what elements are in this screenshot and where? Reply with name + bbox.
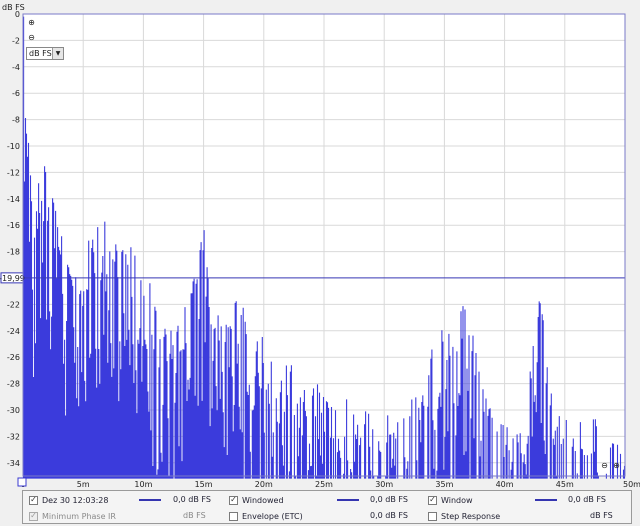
legend-item-measurement[interactable]: ✓ Dez 30 12:03:28 — [29, 492, 108, 508]
windowed-label: Windowed — [242, 495, 284, 505]
legend-item-step-response[interactable]: Step Response — [428, 508, 500, 524]
y-tick-label: -14 — [7, 195, 20, 204]
min-phase-label: Minimum Phase IR — [42, 511, 116, 521]
y-tick-label: -8 — [12, 116, 20, 125]
x-origin-marker[interactable] — [17, 477, 27, 487]
step-response-checkbox[interactable] — [428, 511, 437, 521]
y-unit-select-value: dB FS — [29, 49, 52, 58]
y-tick-label: -18 — [7, 248, 20, 257]
y-tick-label: -24 — [7, 327, 20, 336]
y-tick-label: -34 — [7, 459, 20, 468]
x-tick-label: 35m — [435, 480, 453, 489]
y-tick-label: -26 — [7, 353, 20, 362]
x-tick-label: 10m — [134, 480, 152, 489]
cursor-readout-label: -19,99 — [0, 274, 25, 283]
measurement-checkbox[interactable]: ✓ — [29, 495, 38, 505]
y-unit-select[interactable]: dB FS ▼ — [26, 47, 64, 60]
window-value: 0,0 dB FS — [568, 495, 606, 504]
x-tick-label: 30m — [375, 480, 393, 489]
min-phase-checkbox[interactable]: ✓ — [29, 511, 38, 521]
y-tick-label: -12 — [7, 168, 20, 177]
legend-row-2: ✓ Minimum Phase IR dB FS Envelope (ETC) … — [23, 508, 631, 524]
x-tick-label: 25m — [315, 480, 333, 489]
legend-item-min-phase[interactable]: ✓ Minimum Phase IR — [29, 508, 116, 524]
y-tick-label: -22 — [7, 300, 20, 309]
window-label: Window — [441, 495, 473, 505]
x-tick-label: 15m — [195, 480, 213, 489]
x-tick-label: 5m — [77, 480, 90, 489]
measurement-value: 0,0 dB FS — [173, 495, 211, 504]
x-zoom-out-icon[interactable]: ⊖ — [600, 461, 609, 470]
envelope-value: 0,0 dB FS — [370, 511, 408, 520]
x-tick-label: 45m — [556, 480, 574, 489]
envelope-label: Envelope (ETC) — [242, 511, 303, 521]
x-tick-label: 40m — [496, 480, 514, 489]
y-tick-label: -28 — [7, 380, 20, 389]
chart-area[interactable]: -19,99 0-2-4-6-8-10-12-14-16-18-22-24-26… — [0, 0, 640, 490]
window-line-swatch — [535, 499, 557, 501]
x-axis-ticks: 05m10m15m20m25m30m35m40m45m50m s — [20, 480, 640, 489]
legend-panel: ✓ Dez 30 12:03:28 0,0 dB FS ✓ Windowed 0… — [22, 490, 632, 524]
min-phase-value: dB FS — [183, 511, 206, 520]
zoom-in-icon[interactable]: ⊕ — [27, 18, 36, 27]
step-response-value: dB FS — [590, 511, 613, 520]
x-tick-label: 50m s — [623, 480, 640, 489]
windowed-value: 0,0 dB FS — [370, 495, 408, 504]
envelope-checkbox[interactable] — [229, 511, 238, 521]
legend-row-1: ✓ Dez 30 12:03:28 0,0 dB FS ✓ Windowed 0… — [23, 492, 631, 508]
y-axis-ticks: 0-2-4-6-8-10-12-14-16-18-22-24-26-28-30-… — [7, 10, 20, 468]
windowed-line-swatch — [337, 499, 359, 501]
y-tick-label: -4 — [12, 63, 20, 72]
step-response-label: Step Response — [441, 511, 501, 521]
y-tick-label: -16 — [7, 221, 20, 230]
y-tick-label: -32 — [7, 432, 20, 441]
windowed-checkbox[interactable]: ✓ — [229, 495, 238, 505]
measurement-label: Dez 30 12:03:28 — [42, 495, 109, 505]
measurement-line-swatch — [139, 499, 161, 501]
y-axis-unit: dB FS — [2, 3, 25, 12]
y-tick-label: -30 — [7, 406, 20, 415]
legend-item-windowed[interactable]: ✓ Windowed — [229, 492, 284, 508]
y-tick-label: -2 — [12, 36, 20, 45]
y-tick-label: -6 — [12, 89, 20, 98]
chevron-down-icon[interactable]: ▼ — [52, 48, 63, 59]
legend-item-window[interactable]: ✓ Window — [428, 492, 473, 508]
x-zoom-in-icon[interactable]: ⊕ — [612, 461, 621, 470]
legend-item-envelope[interactable]: Envelope (ETC) — [229, 508, 303, 524]
x-tick-label: 20m — [255, 480, 273, 489]
y-tick-label: -10 — [7, 142, 20, 151]
zoom-out-icon[interactable]: ⊖ — [27, 33, 36, 42]
window-checkbox[interactable]: ✓ — [428, 495, 437, 505]
